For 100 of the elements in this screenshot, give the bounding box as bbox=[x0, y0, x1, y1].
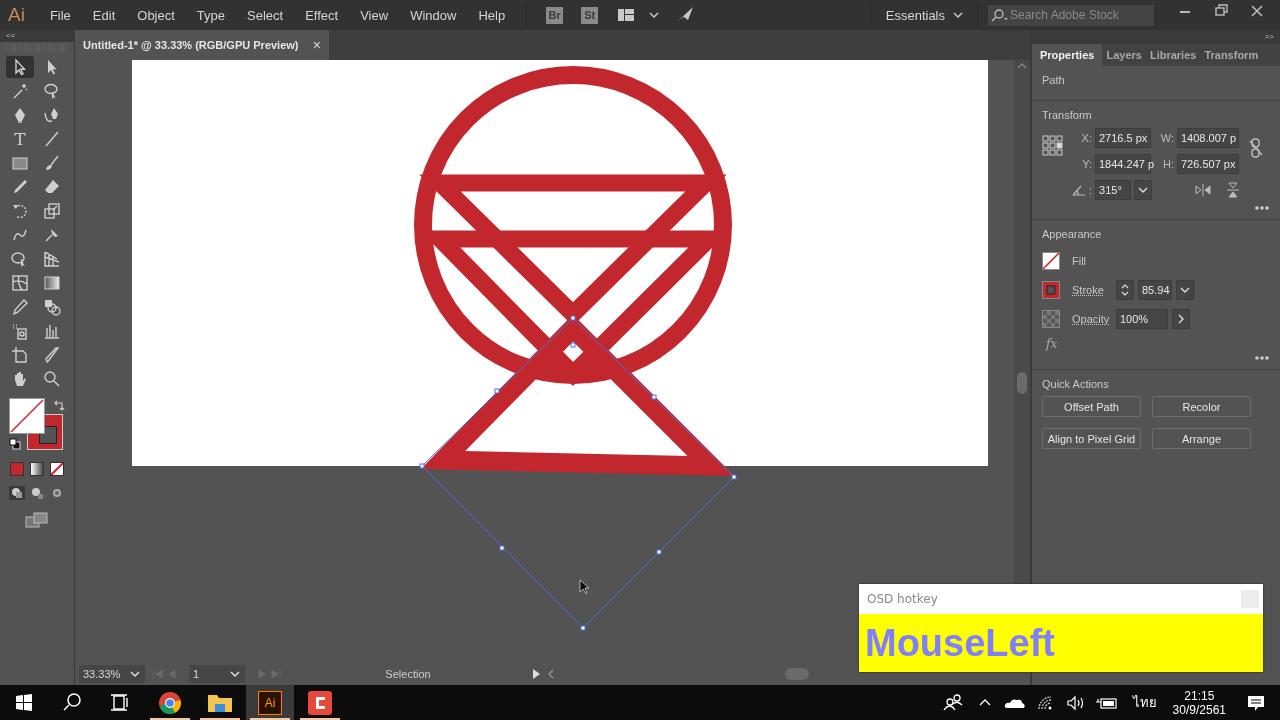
selection-handle[interactable] bbox=[731, 474, 737, 480]
field-label: X: bbox=[1080, 132, 1092, 144]
unlinked-chain-icon[interactable] bbox=[1248, 137, 1265, 159]
knife-icon bbox=[42, 345, 62, 365]
gradient-icon bbox=[42, 273, 62, 293]
default-colors-icon[interactable] bbox=[9, 438, 21, 450]
reference-point-icon[interactable] bbox=[1042, 135, 1064, 157]
more-options-icon[interactable] bbox=[1254, 355, 1270, 361]
clock[interactable]: 21:15 30/9/2561 bbox=[1172, 688, 1226, 717]
panel-tab[interactable]: Properties bbox=[1032, 44, 1103, 66]
color-mode-button[interactable] bbox=[10, 462, 24, 476]
type-tool[interactable]: T bbox=[6, 128, 34, 150]
fill-label: Fill bbox=[1072, 254, 1088, 267]
mesh-icon bbox=[10, 273, 30, 293]
number-field[interactable]: 1408.007 p bbox=[1177, 128, 1239, 148]
expand-button[interactable]: >> bbox=[1258, 32, 1280, 42]
selection-handle[interactable] bbox=[580, 625, 586, 631]
expand-button[interactable] bbox=[1172, 308, 1190, 329]
selection-handle[interactable] bbox=[656, 549, 662, 555]
hotkey-text: MouseLeft bbox=[865, 621, 1055, 665]
zoom-dropdown[interactable]: 33.33% bbox=[79, 664, 145, 683]
number-field[interactable]: 726.507 px bbox=[1177, 154, 1239, 174]
angle-field[interactable]: 315° bbox=[1095, 180, 1132, 200]
opacity-field[interactable]: 100% bbox=[1116, 308, 1168, 329]
mouse-cursor-icon bbox=[579, 579, 590, 595]
current-tool-label: Selection bbox=[384, 667, 432, 680]
close-tab-button[interactable]: × bbox=[312, 37, 321, 53]
fill-swatch[interactable] bbox=[9, 398, 45, 434]
panel-tab[interactable]: Libraries bbox=[1145, 44, 1201, 66]
stepper-button[interactable] bbox=[1116, 279, 1134, 300]
menu-item[interactable]: Effect bbox=[294, 7, 350, 23]
section-title: Appearance bbox=[1042, 228, 1103, 240]
selection-handle[interactable] bbox=[570, 342, 576, 348]
artboard-number-dropdown[interactable]: 1 bbox=[189, 664, 245, 683]
app-icon bbox=[308, 690, 332, 715]
panel-tab[interactable]: Transform bbox=[1200, 44, 1263, 66]
menu-item[interactable]: Type bbox=[185, 7, 237, 23]
selection-handle[interactable] bbox=[651, 394, 657, 400]
app-logo: Ai bbox=[8, 4, 25, 26]
magnifier-icon bbox=[42, 369, 62, 389]
draw-normal-icon[interactable] bbox=[9, 486, 25, 500]
paper-plane-icon[interactable] bbox=[675, 6, 696, 24]
checkerboard-icon[interactable] bbox=[1042, 309, 1060, 328]
stroke-weight-field[interactable]: 85.94 bbox=[1138, 279, 1172, 300]
stroke-swatch[interactable] bbox=[1042, 280, 1060, 299]
menu-item[interactable]: View bbox=[349, 7, 400, 23]
flip-horizontal-icon[interactable] bbox=[1195, 183, 1212, 197]
draw-behind-icon[interactable] bbox=[29, 486, 45, 500]
quick-action-button[interactable]: Recolor bbox=[1152, 396, 1251, 417]
fill-swatch[interactable] bbox=[1042, 251, 1060, 270]
field-label: : bbox=[1089, 184, 1093, 196]
flip-vertical-icon[interactable] bbox=[1226, 182, 1241, 198]
quick-action-button[interactable]: Align to Pixel Grid bbox=[1042, 428, 1141, 449]
menu-item[interactable]: Window bbox=[399, 7, 468, 23]
chevron-right-icon bbox=[1177, 313, 1185, 324]
swap-icon[interactable] bbox=[53, 400, 65, 412]
menu-item[interactable]: File bbox=[38, 7, 82, 23]
blend-icon bbox=[42, 297, 62, 317]
browser-icon bbox=[158, 690, 182, 715]
more-options-icon[interactable] bbox=[1254, 205, 1270, 211]
input-language-indicator[interactable]: ไทย bbox=[1132, 692, 1157, 713]
scrollbar-thumb[interactable] bbox=[1017, 372, 1027, 394]
caret-icon[interactable] bbox=[649, 11, 660, 19]
eyedropper-icon bbox=[10, 297, 30, 317]
spray-can-icon bbox=[10, 321, 30, 341]
menu-item[interactable]: Select bbox=[236, 7, 295, 23]
field-label: Y: bbox=[1081, 158, 1092, 170]
gradient-mode-button[interactable] bbox=[30, 462, 44, 476]
search-icon bbox=[990, 8, 1010, 23]
quick-action-button[interactable]: Arrange bbox=[1152, 428, 1251, 449]
search-field[interactable]: Search Adobe Stock bbox=[988, 4, 1154, 26]
menu-item[interactable]: Help bbox=[467, 7, 517, 23]
dropdown-button[interactable] bbox=[1134, 180, 1153, 200]
document-tab[interactable]: Untitled-1* @ 33.33% (RGB/GPU Preview) × bbox=[75, 30, 329, 60]
stroke-link[interactable]: Stroke bbox=[1072, 283, 1112, 296]
object-type-label: Path bbox=[1042, 74, 1066, 86]
dropdown-button[interactable] bbox=[1176, 279, 1194, 300]
menu-item[interactable]: Object bbox=[126, 7, 186, 23]
popup-title: OSD hotkey bbox=[867, 592, 938, 606]
screen-mode-icon[interactable] bbox=[25, 512, 49, 528]
selection-handle[interactable] bbox=[419, 463, 425, 469]
selection-handle[interactable] bbox=[499, 545, 505, 551]
chevron-down-icon bbox=[953, 11, 963, 19]
selection-tool[interactable] bbox=[6, 56, 34, 78]
workspace-dropdown[interactable]: Essentials bbox=[881, 7, 967, 23]
quick-action-button[interactable]: Offset Path bbox=[1042, 396, 1141, 417]
document-title: Untitled-1* @ 33.33% (RGB/GPU Preview) bbox=[83, 39, 299, 51]
number-field[interactable]: 2716.5 px bbox=[1095, 128, 1151, 148]
field-label: H: bbox=[1162, 158, 1174, 170]
none-mode-button[interactable] bbox=[50, 462, 64, 476]
perspective-grid-icon bbox=[42, 249, 62, 269]
field-label: W: bbox=[1160, 132, 1174, 144]
selection-handle[interactable] bbox=[570, 315, 576, 321]
taskbar-app-button[interactable]: Ai bbox=[246, 685, 294, 720]
menu-item[interactable]: Edit bbox=[81, 7, 127, 23]
selection-handle[interactable] bbox=[494, 388, 500, 394]
scale-icon bbox=[42, 201, 62, 221]
opacity-link[interactable]: Opacity bbox=[1072, 312, 1112, 325]
panel-tab[interactable]: Layers bbox=[1102, 44, 1146, 66]
chevron-down-icon bbox=[1138, 186, 1149, 194]
